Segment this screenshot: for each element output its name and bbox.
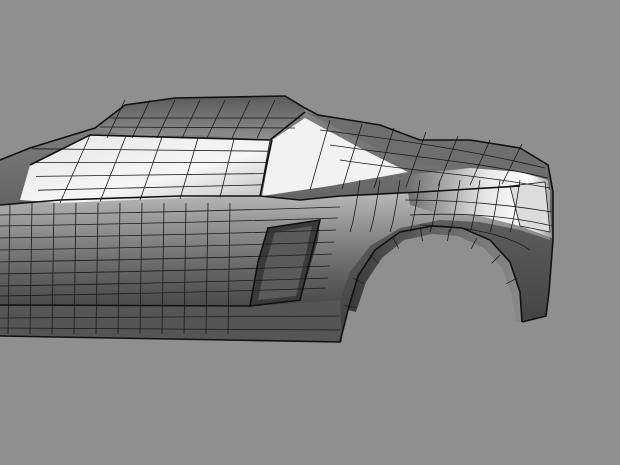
car-body-model[interactable] [0, 0, 620, 465]
3d-viewport[interactable] [0, 0, 620, 465]
